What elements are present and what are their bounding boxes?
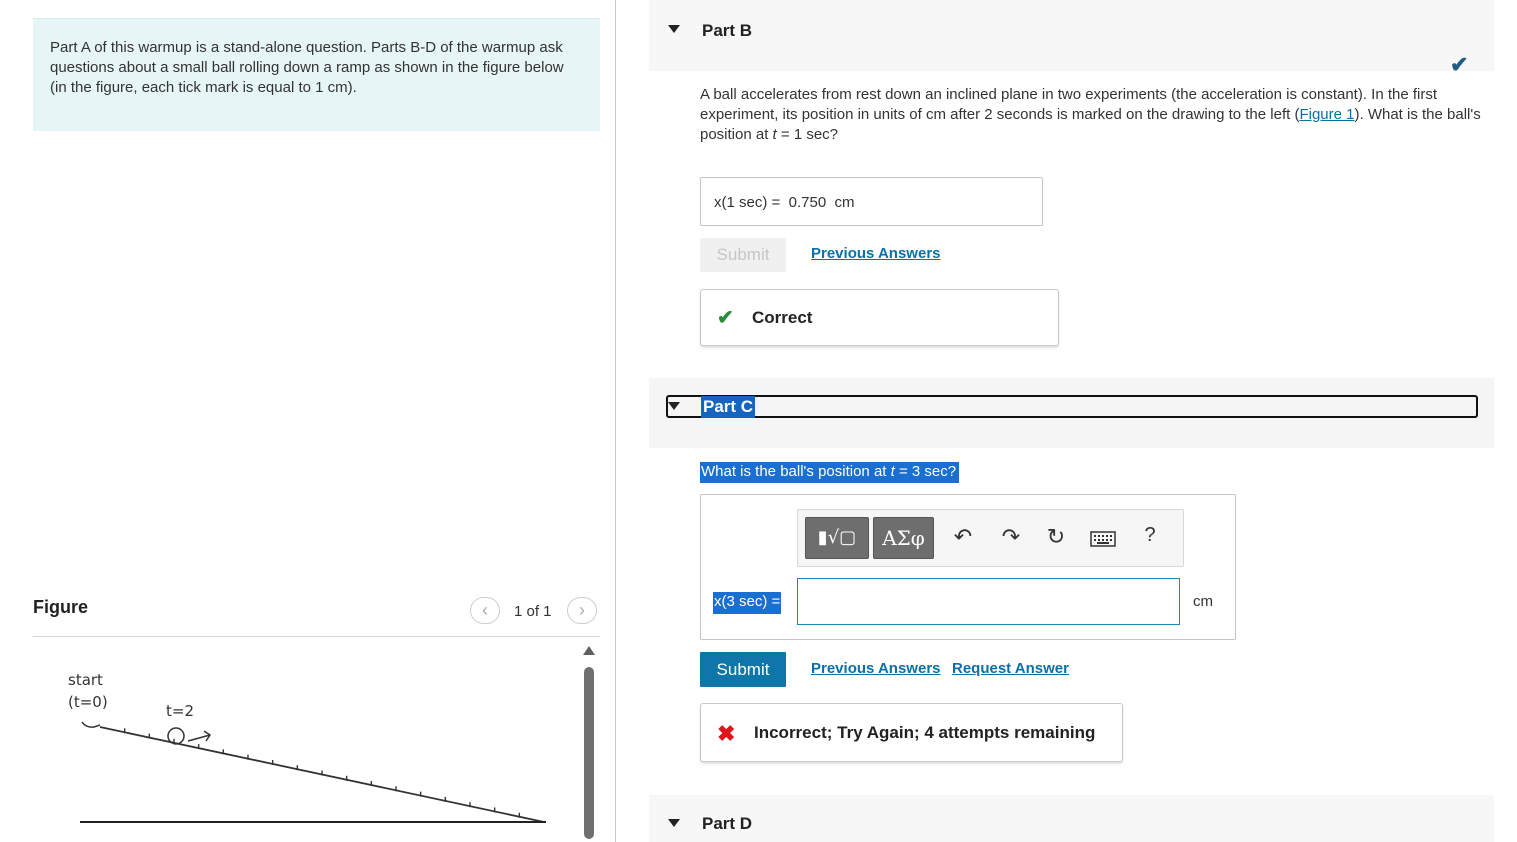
part-c-question: What is the ball's position at t = 3 sec…	[700, 462, 960, 483]
templates-button[interactable]: ▮√▢	[805, 517, 869, 559]
question-text: What is the ball's position at	[701, 463, 891, 480]
part-c-previous-answers-link[interactable]: Previous Answers	[811, 660, 941, 677]
keyboard-icon[interactable]	[1089, 527, 1117, 553]
check-icon: ✔	[1450, 52, 1469, 77]
request-answer-link[interactable]: Request Answer	[952, 660, 1069, 677]
feedback-text: Correct	[752, 308, 813, 327]
part-c-answer-input[interactable]	[797, 578, 1180, 625]
undo-icon[interactable]: ↶	[949, 524, 977, 550]
intro-box: Part A of this warmup is a stand-alone q…	[33, 18, 600, 131]
part-b-previous-answers-link[interactable]: Previous Answers	[811, 245, 941, 262]
correct-check-icon: ✔	[717, 307, 734, 329]
part-d-header[interactable]: Part D	[649, 795, 1494, 842]
incorrect-x-icon: ✖	[717, 721, 736, 746]
collapse-triangle-icon	[668, 819, 680, 827]
reset-icon[interactable]: ↻	[1042, 524, 1070, 550]
feedback-text: Incorrect; Try Again; 4 attempts remaini…	[754, 723, 1096, 742]
part-d-title: Part D	[702, 814, 753, 833]
next-figure-button[interactable]: ›	[567, 597, 597, 624]
intro-text: Part A of this warmup is a stand-alone q…	[50, 39, 564, 96]
focus-outline	[666, 395, 1478, 418]
math-toolbar: ▮√▢ ΑΣφ ↶ ↷ ↻ ?	[797, 509, 1184, 567]
collapse-triangle-icon	[668, 402, 680, 410]
part-c-title: Part C	[701, 396, 756, 418]
right-panel: Part B ✔ A ball accelerates from rest do…	[617, 0, 1517, 842]
ramp-figure: start (t=0) t=2	[68, 671, 546, 823]
scrollbar-thumb[interactable]	[584, 667, 594, 839]
part-c-submit-button[interactable]: Submit	[700, 652, 786, 687]
part-b-title: Part B	[702, 21, 753, 40]
redo-icon[interactable]: ↷	[997, 524, 1025, 550]
answer-value: 0.750	[788, 194, 827, 211]
input-label: x(3 sec) =	[713, 592, 782, 614]
scroll-up-arrow[interactable]	[583, 646, 595, 655]
figure-title: Figure	[33, 597, 89, 617]
motion-arrow-icon	[187, 730, 212, 742]
part-c-header[interactable]: Part C	[649, 378, 1494, 448]
chevron-left-icon: ‹	[482, 600, 488, 620]
answer-label: x(1 sec) =	[714, 194, 781, 211]
label-t0: (t=0)	[68, 693, 108, 711]
part-b-submit-button: Submit	[700, 238, 786, 272]
figure-header: Figure ‹ 1 of 1 ›	[33, 590, 600, 637]
figure-link[interactable]: Figure 1	[1299, 106, 1354, 123]
part-b-header[interactable]: Part B ✔	[649, 0, 1494, 77]
prev-figure-button[interactable]: ‹	[470, 597, 500, 624]
figure-pager: 1 of 1	[514, 603, 552, 620]
label-t2: t=2	[166, 702, 194, 720]
collapse-triangle-icon	[668, 25, 680, 33]
answer-unit: cm	[834, 194, 855, 211]
question-text: = 1 sec?	[776, 126, 839, 143]
chevron-right-icon: ›	[579, 600, 585, 620]
question-text: = 3 sec?	[894, 463, 957, 480]
part-c-feedback: ✖ Incorrect; Try Again; 4 attempts remai…	[700, 703, 1123, 762]
start-arrow-icon	[81, 721, 101, 728]
label-start: start	[68, 671, 103, 689]
part-b-feedback: ✔ Correct	[700, 289, 1059, 346]
part-b-question: A ball accelerates from rest down an inc…	[700, 85, 1500, 145]
part-b-answer-box: x(1 sec) = 0.750 cm	[700, 177, 1043, 226]
left-panel: Part A of this warmup is a stand-alone q…	[0, 0, 616, 842]
greek-symbols-button[interactable]: ΑΣφ	[873, 517, 934, 559]
part-c-answer-area: ▮√▢ ΑΣφ ↶ ↷ ↻ ? x(3 sec) = cm	[700, 494, 1236, 640]
help-button[interactable]: ?	[1136, 524, 1164, 547]
input-unit: cm	[1193, 593, 1213, 610]
